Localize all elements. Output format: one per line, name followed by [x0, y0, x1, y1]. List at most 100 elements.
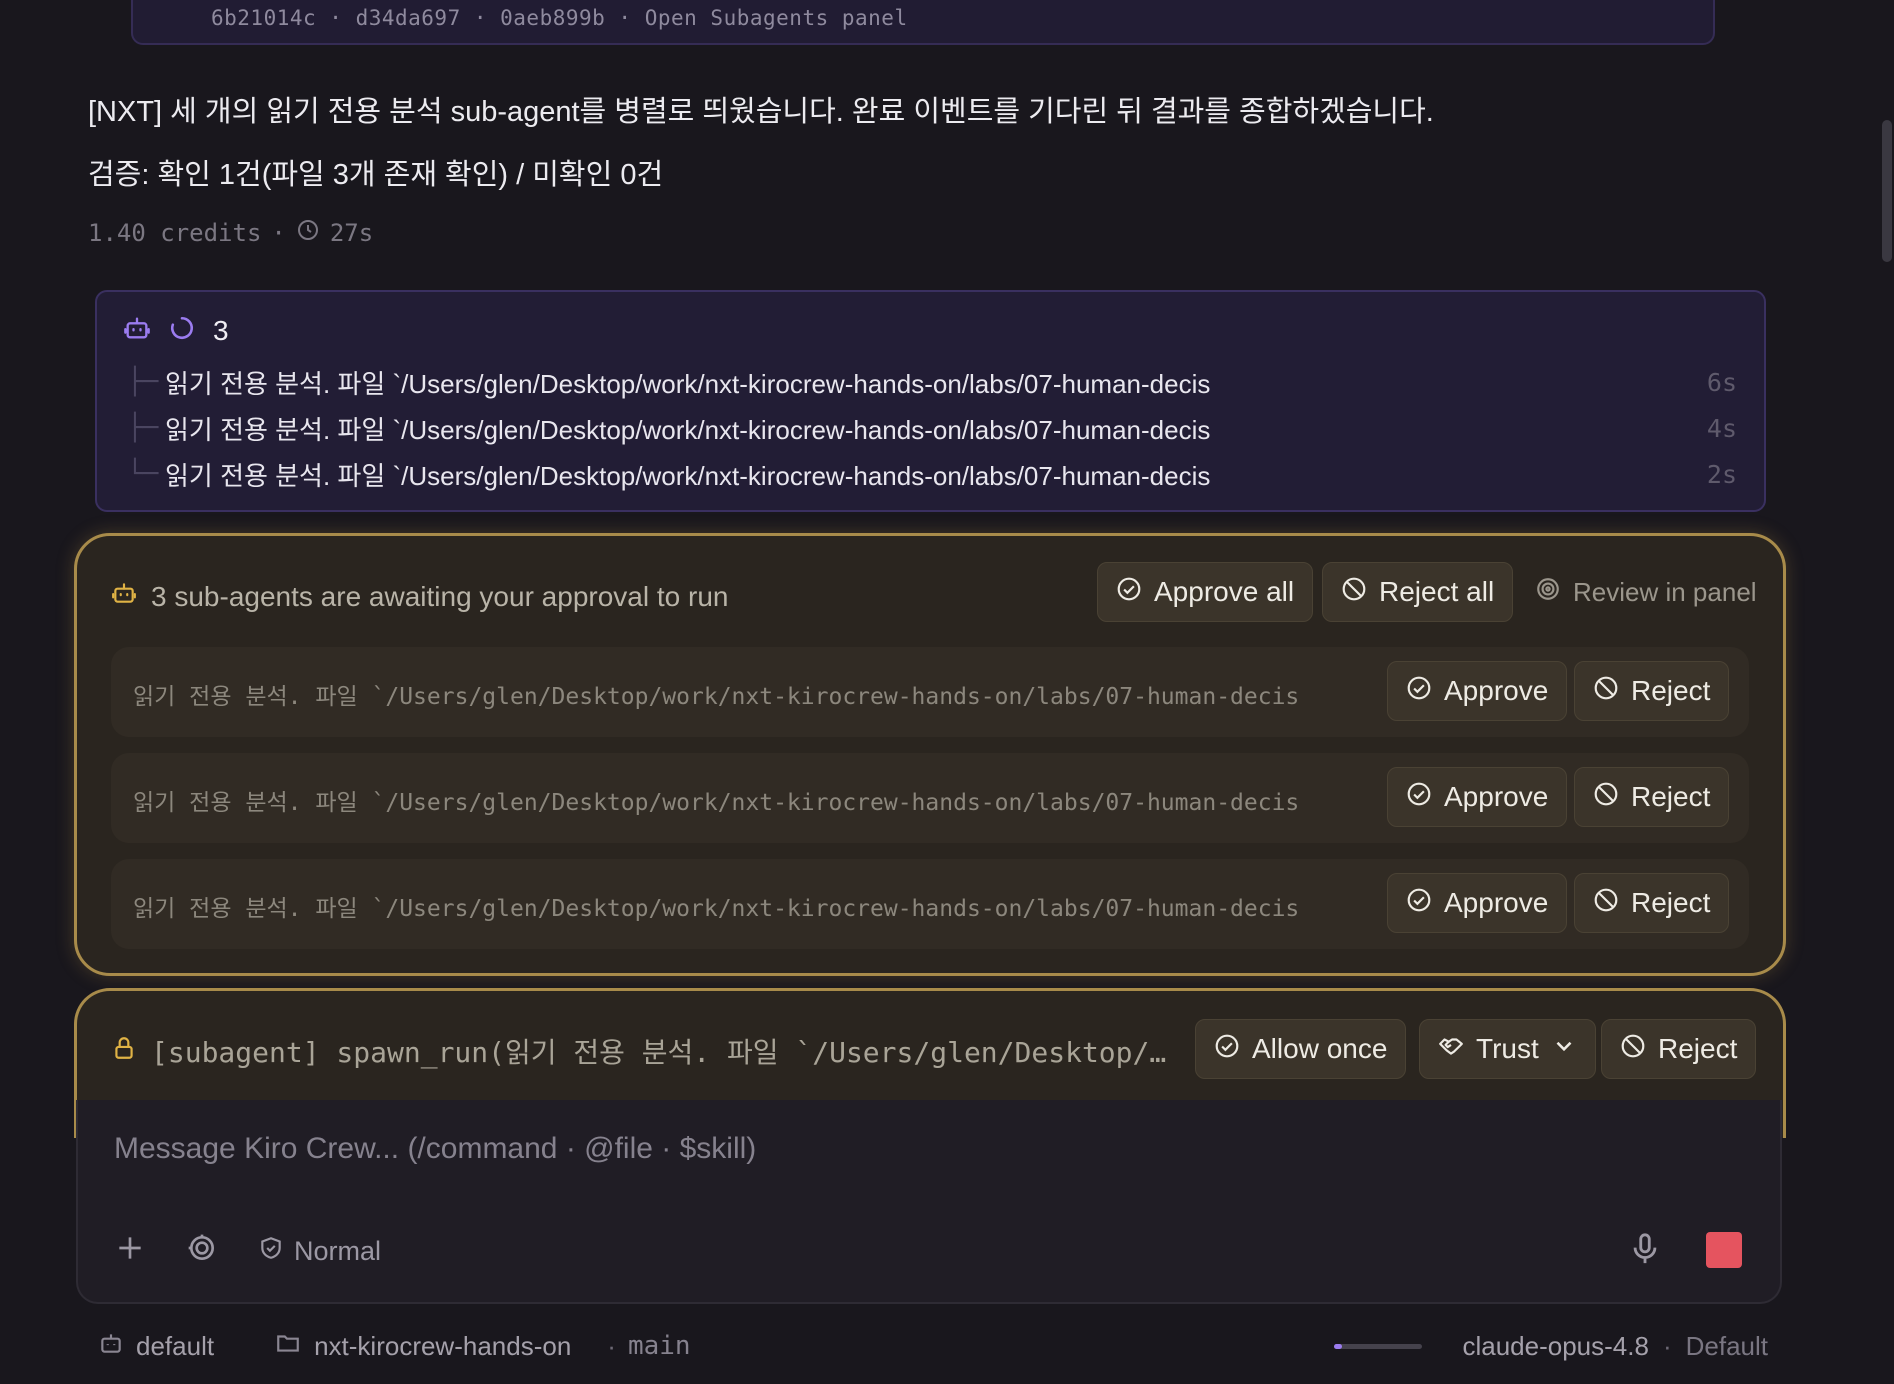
mode-selector[interactable]: Normal: [258, 1235, 381, 1268]
robot-icon: [98, 1330, 124, 1363]
scrollbar[interactable]: [1882, 120, 1892, 262]
approval-title: 3 sub-agents are awaiting your approval …: [151, 580, 729, 612]
credits-label: 1.40 credits: [88, 219, 262, 247]
stop-button[interactable]: [1706, 1232, 1742, 1268]
handshake-icon: [1438, 1033, 1464, 1066]
check-circle-icon: [1214, 1033, 1240, 1066]
microphone-icon[interactable]: [1628, 1230, 1662, 1273]
folder-icon: [274, 1330, 302, 1363]
check-circle-icon: [1406, 887, 1432, 920]
trust-dropdown[interactable]: Trust: [1419, 1019, 1596, 1079]
message-composer[interactable]: Message Kiro Crew... (/command · @file ·…: [76, 1100, 1782, 1304]
tree-connector: └─: [127, 459, 159, 489]
trust-label: Trust: [1476, 1033, 1539, 1064]
message-meta: 1.40 credits · 27s: [88, 218, 373, 248]
approve-button[interactable]: Approve: [1387, 661, 1568, 721]
running-subagent-row[interactable]: ├─ 읽기 전용 분석. 파일 `/Users/glen/Desktop/wor…: [127, 362, 1737, 402]
subagent-task: 읽기 전용 분석. 파일 `/Users/glen/Desktop/work/n…: [165, 460, 1211, 491]
approve-all-button[interactable]: Approve all: [1097, 562, 1314, 622]
approval-row: 읽기 전용 분석. 파일 `/Users/glen/Desktop/work/n…: [111, 753, 1749, 843]
add-attachment-button[interactable]: [114, 1232, 146, 1271]
running-subagent-row[interactable]: └─ 읽기 전용 분석. 파일 `/Users/glen/Desktop/wor…: [127, 454, 1737, 494]
subagent-duration: 6s: [1706, 367, 1737, 397]
approve-label: Approve: [1444, 887, 1549, 918]
approve-label: Approve: [1444, 781, 1549, 812]
reject-button[interactable]: Reject: [1574, 661, 1730, 721]
ban-icon: [1341, 576, 1367, 609]
chevron-down-icon: [1551, 1033, 1577, 1066]
clock-icon: [296, 218, 320, 248]
context-usage-bar: [1334, 1343, 1423, 1349]
subagent-ids-line[interactable]: 6b21014c · d34da697 · 0aeb899b · Open Su…: [211, 6, 908, 30]
branch-label[interactable]: main: [628, 1331, 691, 1361]
approve-label: Approve: [1444, 675, 1549, 706]
allow-once-label: Allow once: [1252, 1033, 1388, 1064]
reject-label: Reject: [1658, 1033, 1738, 1064]
elapsed-time: 27s: [329, 219, 374, 247]
reject-button[interactable]: Reject: [1574, 767, 1730, 827]
subagent-duration: 2s: [1706, 459, 1737, 489]
model-label[interactable]: claude-opus-4.8: [1462, 1331, 1648, 1362]
approve-button[interactable]: Approve: [1387, 767, 1568, 827]
subagent-task: 읽기 전용 분석. 파일 `/Users/glen/Desktop/work/n…: [165, 368, 1211, 399]
running-subagents-header: 3: [123, 314, 229, 347]
running-subagent-row[interactable]: ├─ 읽기 전용 분석. 파일 `/Users/glen/Desktop/wor…: [127, 408, 1737, 448]
mode-label: Normal: [294, 1236, 382, 1266]
subagent-task: 읽기 전용 분석. 파일 `/Users/glen/Desktop/work/n…: [165, 414, 1211, 445]
review-label: Review in panel: [1573, 576, 1757, 607]
shield-icon: [258, 1235, 284, 1268]
check-circle-icon: [1406, 675, 1432, 708]
ban-icon: [1620, 1033, 1646, 1066]
running-count: 3: [213, 314, 229, 346]
lock-icon: [111, 1035, 137, 1068]
check-circle-icon: [1406, 781, 1432, 814]
tree-connector: ├─: [127, 413, 159, 443]
ban-icon: [1593, 781, 1619, 814]
approval-task: 읽기 전용 분석. 파일 `/Users/glen/Desktop/work/n…: [133, 790, 1300, 816]
message-input[interactable]: Message Kiro Crew... (/command · @file ·…: [114, 1132, 756, 1166]
approval-row: 읽기 전용 분석. 파일 `/Users/glen/Desktop/work/n…: [111, 647, 1749, 737]
target-icon: [1535, 576, 1561, 609]
subagent-duration: 4s: [1706, 413, 1737, 443]
ban-icon: [1593, 887, 1619, 920]
reject-label: Reject: [1631, 887, 1711, 918]
history-button[interactable]: [186, 1232, 218, 1271]
status-separator: ·: [1662, 1330, 1672, 1361]
spinner-icon: [169, 315, 195, 346]
reject-all-button[interactable]: Reject all: [1322, 562, 1514, 622]
approval-task: 읽기 전용 분석. 파일 `/Users/glen/Desktop/work/n…: [133, 684, 1300, 710]
robot-icon: [123, 314, 151, 347]
meta-separator: ·: [271, 219, 286, 247]
tree-connector: ├─: [127, 367, 159, 397]
reject-all-label: Reject all: [1379, 576, 1495, 607]
project-selector[interactable]: nxt-kirocrew-hands-on: [274, 1330, 571, 1363]
approve-button[interactable]: Approve: [1387, 873, 1568, 933]
permission-command: [subagent] spawn_run(읽기 전용 분석. 파일 `/User…: [151, 1036, 1167, 1069]
subagent-summary-card: 6b21014c · d34da697 · 0aeb899b · Open Su…: [131, 0, 1715, 45]
permission-request: [subagent] spawn_run(읽기 전용 분석. 파일 `/User…: [111, 1031, 1166, 1071]
approval-header: 3 sub-agents are awaiting your approval …: [111, 580, 728, 613]
status-separator: ·: [607, 1330, 616, 1361]
plus-icon: [114, 1232, 146, 1271]
profile-label[interactable]: Default: [1686, 1331, 1768, 1362]
ban-icon: [1593, 675, 1619, 708]
assistant-message-line2: 검증: 확인 1건(파일 3개 존재 확인) / 미확인 0건: [88, 159, 664, 191]
assistant-message-line1: [NXT] 세 개의 읽기 전용 분석 sub-agent를 병렬로 띄웠습니다…: [88, 96, 1434, 128]
reject-button[interactable]: Reject: [1574, 873, 1730, 933]
review-in-panel-button[interactable]: Review in panel: [1517, 562, 1775, 622]
approve-all-label: Approve all: [1154, 576, 1295, 607]
check-circle-icon: [1116, 576, 1142, 609]
project-label: nxt-kirocrew-hands-on: [314, 1330, 572, 1361]
robot-icon: [111, 580, 137, 613]
reject-label: Reject: [1631, 781, 1711, 812]
agent-selector[interactable]: default: [98, 1330, 214, 1363]
history-icon: [186, 1232, 218, 1271]
agent-label: default: [136, 1330, 215, 1361]
approval-card: 3 sub-agents are awaiting your approval …: [74, 533, 1786, 976]
allow-once-button[interactable]: Allow once: [1195, 1019, 1407, 1079]
approval-row: 읽기 전용 분석. 파일 `/Users/glen/Desktop/work/n…: [111, 859, 1749, 949]
approval-task: 읽기 전용 분석. 파일 `/Users/glen/Desktop/work/n…: [133, 896, 1300, 922]
status-bar: default nxt-kirocrew-hands-on · main cla…: [98, 1328, 1768, 1364]
running-subagents-card: 3 ├─ 읽기 전용 분석. 파일 `/Users/glen/Desktop/w…: [95, 290, 1766, 512]
reject-permission-button[interactable]: Reject: [1601, 1019, 1757, 1079]
